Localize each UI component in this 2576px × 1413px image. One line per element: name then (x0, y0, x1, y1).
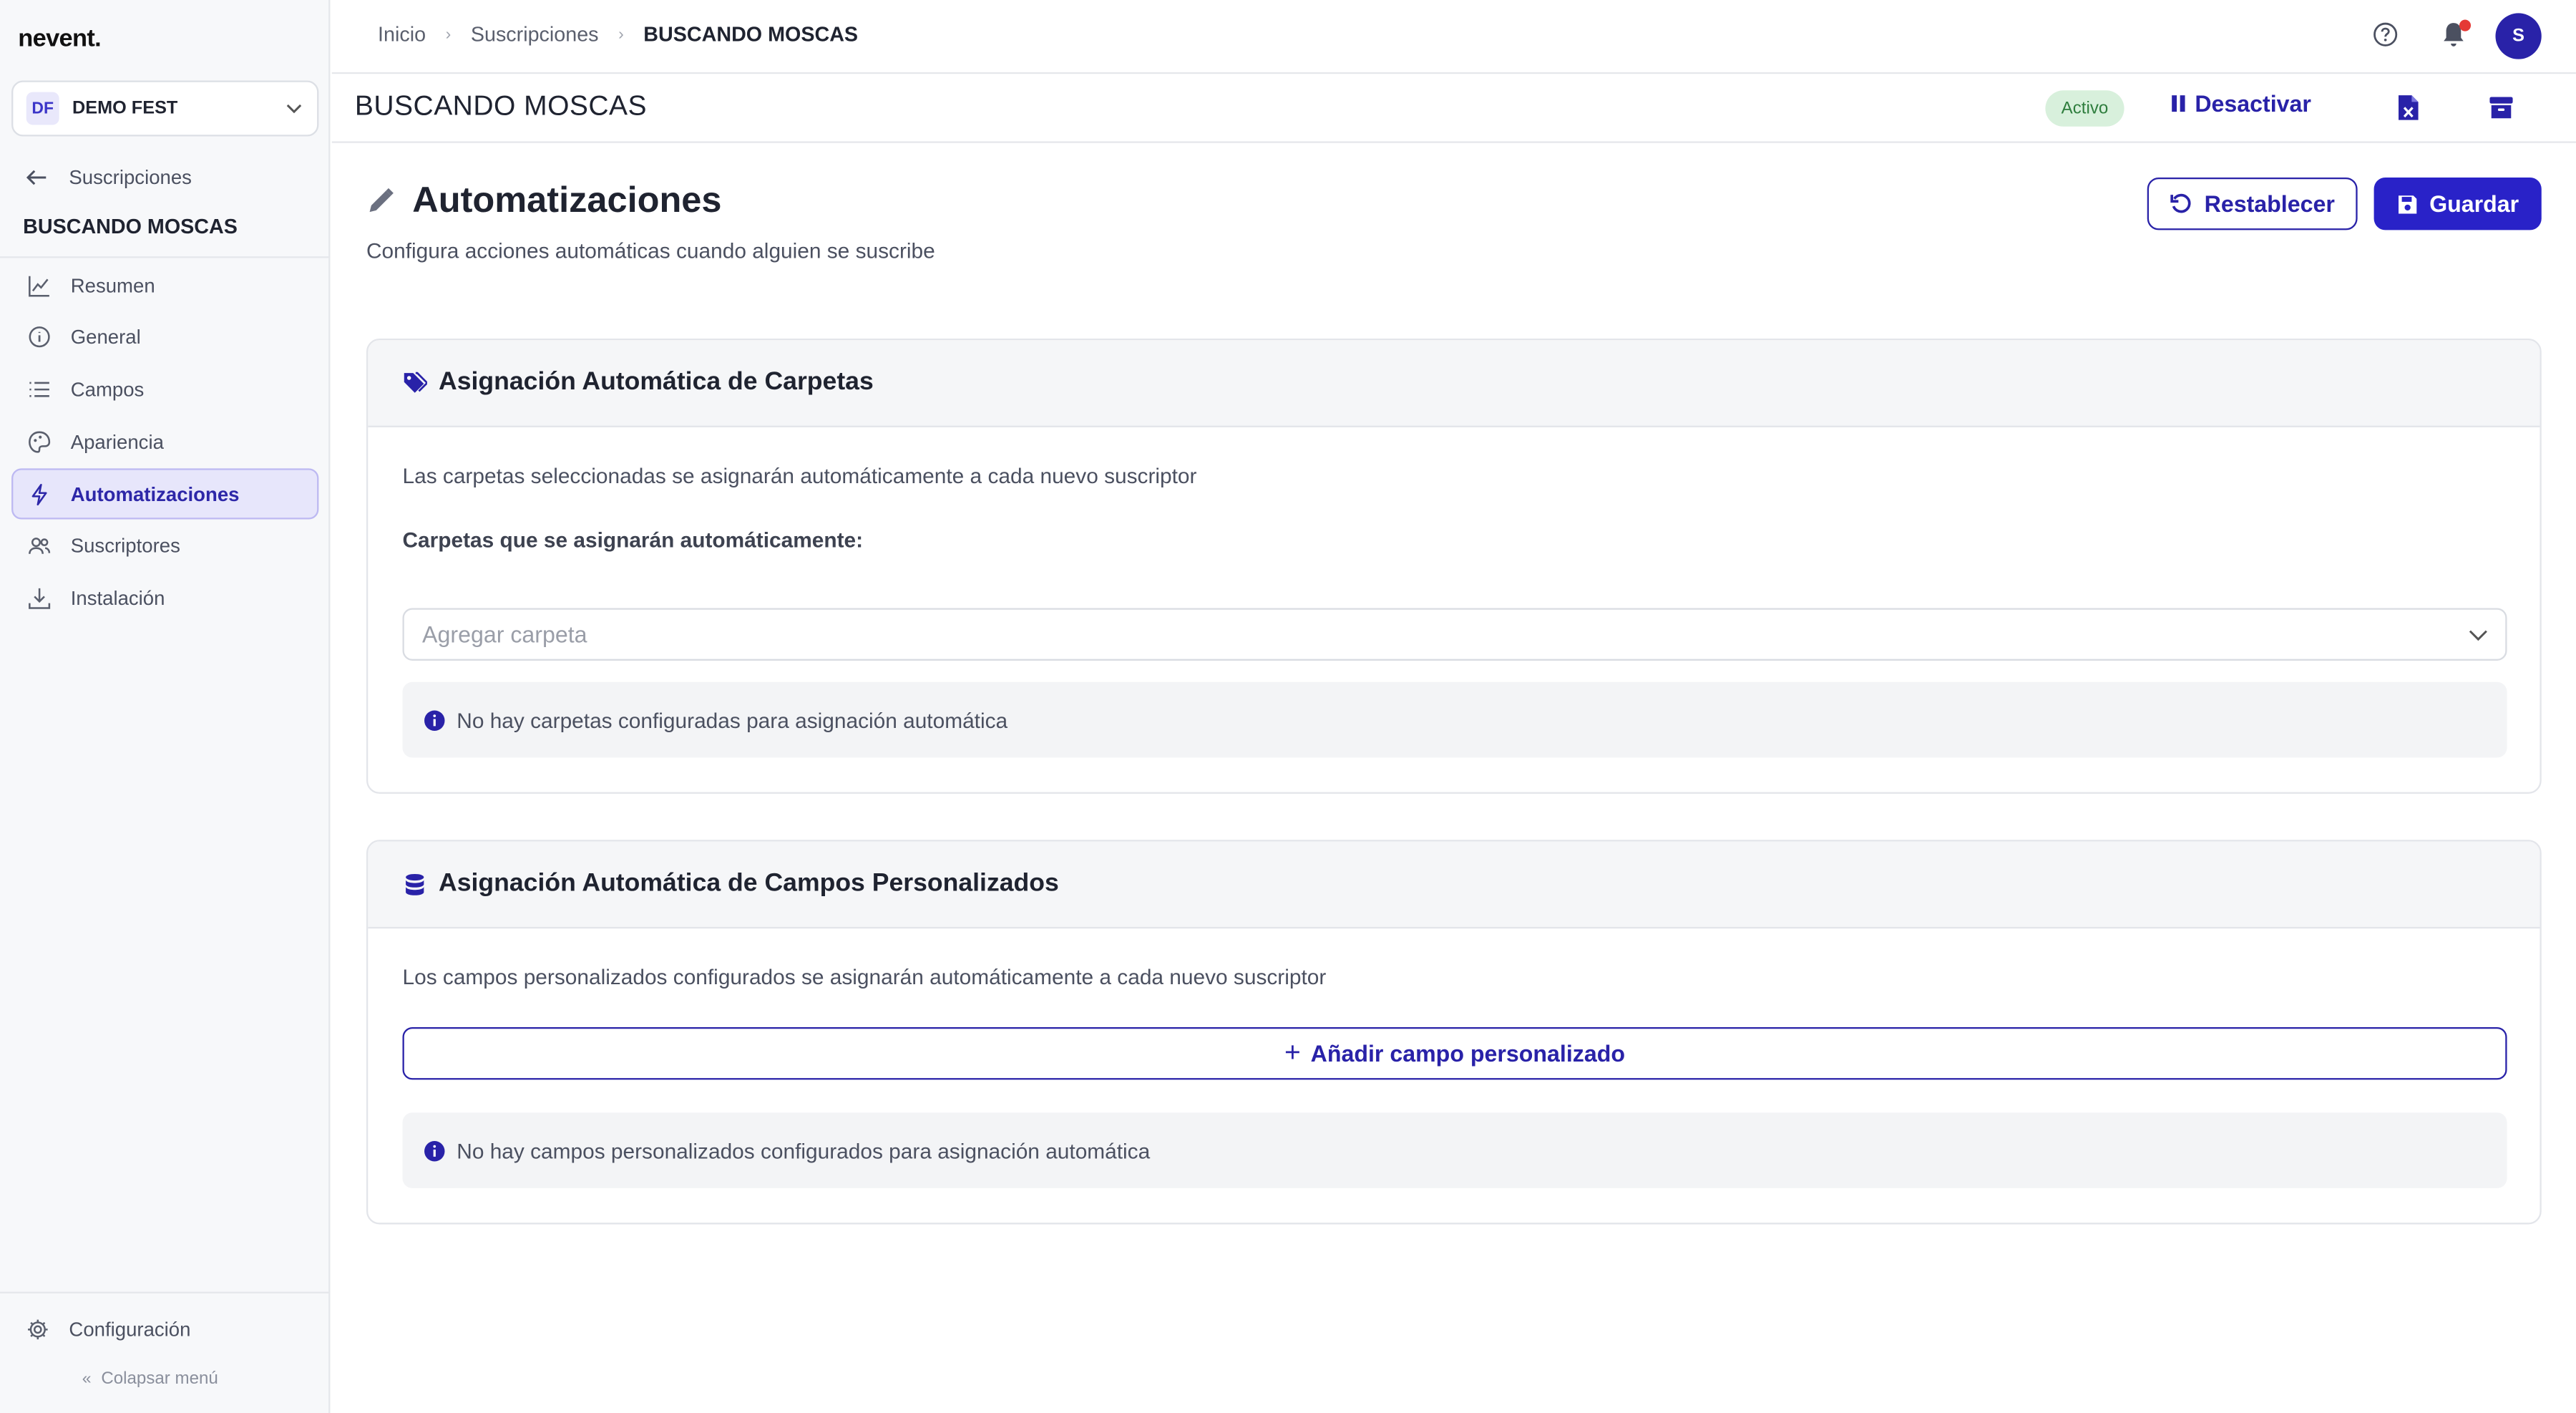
sidebar-item-automatizaciones[interactable]: Automatizaciones (11, 468, 319, 520)
chevron-down-icon (2469, 630, 2487, 641)
reset-label: Restablecer (2204, 190, 2335, 218)
info-circle-icon (424, 709, 445, 730)
folders-label: Carpetas que se asignarán automáticament… (402, 527, 864, 553)
save-button[interactable]: Guardar (2373, 177, 2542, 230)
download-icon (29, 588, 51, 610)
org-initials-badge: DF (26, 92, 59, 125)
chart-line-icon (29, 275, 49, 296)
avatar[interactable]: S (2495, 13, 2542, 59)
sidebar-item-suscriptores[interactable]: Suscriptores (11, 521, 318, 572)
arrow-left-icon (26, 170, 47, 185)
save-label: Guardar (2429, 190, 2519, 218)
breadcrumb-inicio[interactable]: Inicio (378, 23, 426, 46)
sidebar-item-campos[interactable]: Campos (11, 364, 318, 415)
breadcrumb-current: BUSCANDO MOSCAS (643, 23, 859, 47)
breadcrumb-suscripciones[interactable]: Suscripciones (471, 23, 599, 46)
sidebar-nav: Resumen General Campos Apariencia Automa… (11, 260, 319, 626)
collapse-menu-button[interactable]: « Colapsar menú (82, 1369, 218, 1389)
sidebar-item-label: Suscriptores (70, 535, 180, 558)
sidebar-item-label: Campos (70, 378, 145, 402)
collapse-label: Colapsar menú (101, 1369, 218, 1389)
custom-fields-empty-info: No hay campos personalizados configurado… (402, 1112, 2507, 1188)
palette-icon (29, 431, 51, 453)
double-chevron-left-icon: « (82, 1369, 92, 1388)
help-icon[interactable] (2372, 21, 2399, 48)
settings-link[interactable]: Configuración (26, 1318, 191, 1341)
pause-icon (2172, 95, 2185, 112)
users-icon (29, 538, 51, 555)
app-logo: nevent. (18, 24, 102, 53)
custom-fields-empty-text: No hay campos personalizados configurado… (457, 1137, 1151, 1163)
custom-fields-description: Los campos personalizados configurados s… (402, 964, 1327, 990)
settings-label: Configuración (69, 1318, 191, 1341)
org-selector[interactable]: DF DEMO FEST (11, 80, 319, 137)
excel-export-icon[interactable] (2397, 94, 2420, 122)
folders-empty-text: No hay carpetas configuradas para asigna… (457, 707, 1008, 732)
sidebar-item-label: Resumen (70, 273, 155, 297)
custom-fields-card-title: Asignación Automática de Campos Personal… (439, 869, 1059, 898)
info-circle-icon (424, 1140, 445, 1161)
folders-card-title: Asignación Automática de Carpetas (439, 368, 874, 397)
pencil-icon (369, 188, 394, 213)
sidebar-item-label: Apariencia (70, 430, 164, 454)
chevron-right-icon: › (618, 25, 624, 44)
sidebar-item-label: Automatizaciones (70, 482, 240, 506)
chevron-right-icon: › (445, 25, 452, 44)
plus-icon: + (1284, 1036, 1301, 1069)
back-label: Suscripciones (69, 165, 192, 190)
divider (0, 1291, 331, 1293)
topbar: Inicio › Suscripciones › BUSCANDO MOSCAS… (331, 0, 2576, 74)
org-name: DEMO FEST (72, 98, 178, 119)
sidebar-item-apariencia[interactable]: Apariencia (11, 417, 318, 467)
tags-icon (404, 371, 427, 392)
sidebar-item-label: General (70, 326, 141, 349)
folders-card-header: Asignación Automática de Carpetas (368, 340, 2540, 427)
database-icon (406, 873, 424, 895)
content-title: Automatizaciones (366, 179, 722, 222)
divider (0, 256, 331, 258)
folders-description: Las carpetas seleccionadas se asignarán … (402, 463, 1197, 488)
add-folder-select[interactable]: Agregar carpeta (402, 608, 2507, 661)
folders-empty-info: No hay carpetas configuradas para asigna… (402, 681, 2507, 758)
sidebar-section-title: BUSCANDO MOSCAS (23, 215, 238, 238)
page-header: BUSCANDO MOSCAS Activo Desactivar (331, 74, 2576, 143)
deactivate-button[interactable]: Desactivar (2172, 90, 2311, 117)
custom-fields-card-header: Asignación Automática de Campos Personal… (368, 841, 2540, 929)
page-title: BUSCANDO MOSCAS (354, 90, 648, 122)
add-custom-field-label: Añadir campo personalizado (1310, 1040, 1626, 1067)
breadcrumb: Inicio › Suscripciones › BUSCANDO MOSCAS (378, 23, 858, 46)
sidebar-item-resumen[interactable]: Resumen (11, 260, 318, 311)
content-subtitle: Configura acciones automáticas cuando al… (366, 238, 935, 263)
status-badge: Activo (2045, 90, 2124, 127)
reset-button[interactable]: Restablecer (2147, 177, 2358, 230)
bolt-icon (31, 483, 47, 505)
notification-dot (2459, 19, 2472, 31)
chevron-down-icon (286, 104, 302, 114)
add-custom-field-button[interactable]: + Añadir campo personalizado (402, 1026, 2507, 1080)
gear-icon (28, 1319, 48, 1340)
sidebar: nevent. DF DEMO FEST Suscripciones BUSCA… (0, 0, 331, 1413)
custom-fields-card: Asignación Automática de Campos Personal… (366, 840, 2542, 1225)
floppy-disk-icon (2398, 195, 2416, 213)
sidebar-item-general[interactable]: General (11, 312, 318, 363)
archive-icon[interactable] (2489, 95, 2513, 120)
deactivate-label: Desactivar (2195, 90, 2311, 117)
sidebar-item-instalacion[interactable]: Instalación (11, 573, 318, 624)
sidebar-item-label: Instalación (70, 587, 165, 611)
info-icon (29, 326, 50, 348)
undo-icon (2170, 193, 2191, 213)
list-icon (29, 382, 49, 397)
back-to-subscriptions-link[interactable]: Suscripciones (23, 165, 192, 191)
folders-card: Asignación Automática de Carpetas Las ca… (366, 338, 2542, 794)
add-folder-placeholder: Agregar carpeta (422, 621, 587, 648)
content-heading: Automatizaciones (412, 179, 722, 220)
